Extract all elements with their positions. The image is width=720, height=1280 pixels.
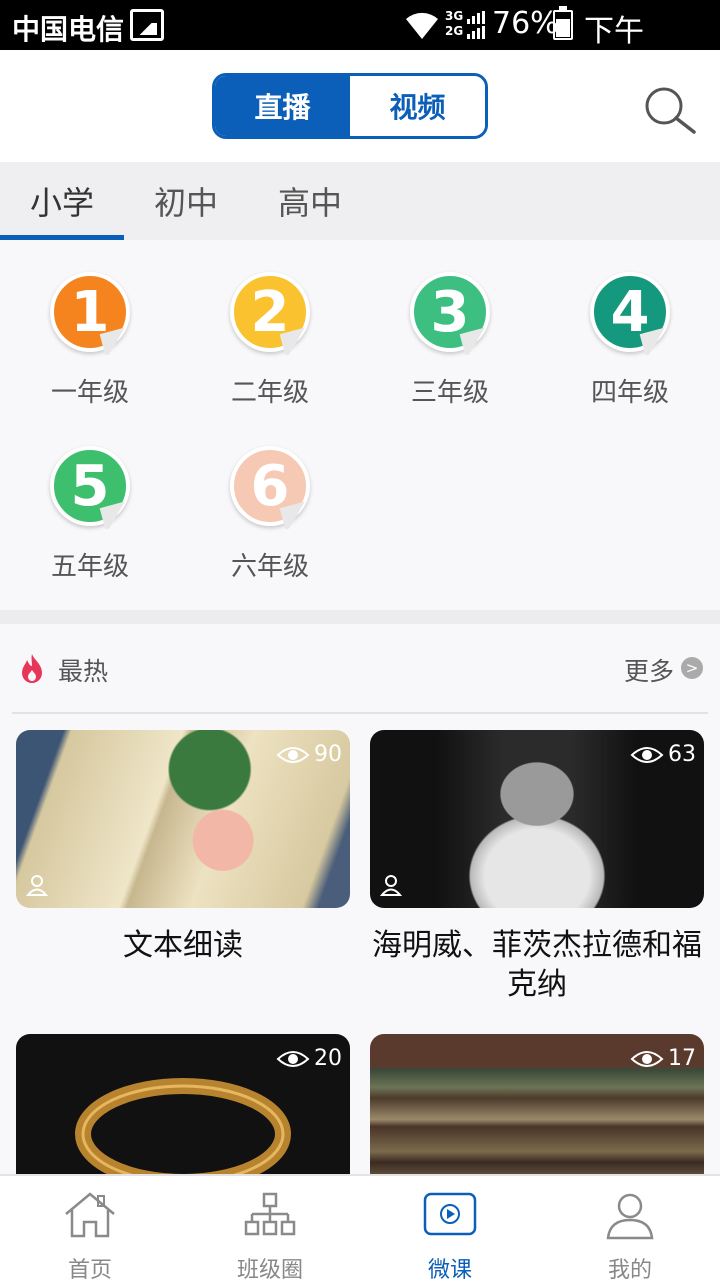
section-divider xyxy=(0,610,720,624)
nav-home-label: 首页 xyxy=(67,1258,112,1280)
segment-video[interactable]: 视频 xyxy=(350,76,485,136)
nav-class-circle[interactable]: 班级圈 xyxy=(180,1176,360,1280)
nav-class-circle-label: 班级圈 xyxy=(236,1258,303,1280)
view-count: 20 xyxy=(276,1046,342,1071)
grade-6-label: 六年级 xyxy=(230,552,309,582)
grade-4[interactable]: 4 四年级 xyxy=(560,272,700,432)
view-count-value: 63 xyxy=(668,742,696,767)
video-title: 海明威、菲茨杰拉德和福克纳 xyxy=(372,928,702,1002)
view-count: 90 xyxy=(276,742,342,767)
bottom-nav: 首页 班级圈 微课 我的 xyxy=(0,1174,720,1280)
eye-icon xyxy=(276,746,310,763)
battery-icon xyxy=(553,6,573,40)
nav-micro-course-label: 微课 xyxy=(427,1258,472,1280)
grade-2-badge-icon: 2 xyxy=(230,272,310,352)
author-icon xyxy=(26,875,48,896)
tab-junior[interactable]: 初中 xyxy=(124,162,248,240)
grade-2-label: 二年级 xyxy=(230,378,309,408)
status-bar: 中国电信 3G 2G 76% 下午 4:08 xyxy=(0,0,720,85)
eye-icon xyxy=(630,746,664,763)
signal-net-top: 3G xyxy=(445,9,464,23)
tab-primary[interactable]: 小学 xyxy=(0,162,124,240)
view-count: 17 xyxy=(630,1046,696,1071)
view-count-value: 20 xyxy=(314,1046,342,1071)
nav-micro-course[interactable]: 微课 xyxy=(360,1176,540,1280)
battery-percent: 76% xyxy=(492,6,559,41)
grade-4-badge-icon: 4 xyxy=(590,272,670,352)
grade-3-badge-icon: 3 xyxy=(410,272,490,352)
grade-2[interactable]: 2 二年级 xyxy=(200,272,340,432)
wifi-icon xyxy=(406,12,438,39)
signal-net-bottom: 2G xyxy=(445,24,464,38)
video-card[interactable]: 90 文本细读 xyxy=(16,730,350,965)
image-notification-icon xyxy=(130,9,164,41)
grade-1[interactable]: 1 一年级 xyxy=(20,272,160,432)
nav-home[interactable]: 首页 xyxy=(0,1176,180,1280)
more-link[interactable]: 更多 xyxy=(624,652,674,688)
view-count: 63 xyxy=(630,742,696,767)
grade-1-label: 一年级 xyxy=(50,378,129,408)
video-card[interactable]: 63 海明威、菲茨杰拉德和福克纳 xyxy=(370,730,704,1004)
grade-grid: 1 一年级 2 二年级 3 三年级 4 四年级 5 五年级 6 六年级 xyxy=(0,240,720,610)
eye-icon xyxy=(276,1050,310,1067)
hot-header: 最热 更多 > xyxy=(0,624,720,714)
grade-4-label: 四年级 xyxy=(590,378,669,408)
network-icon xyxy=(244,1192,296,1236)
carrier-label: 中国电信 xyxy=(12,13,125,46)
signal-icon: 3G 2G xyxy=(445,9,487,41)
grade-5-label: 五年级 xyxy=(50,552,129,582)
person-icon xyxy=(606,1193,654,1240)
grade-5[interactable]: 5 五年级 xyxy=(20,446,160,606)
grade-6-badge-icon: 6 xyxy=(230,446,310,526)
hot-divider xyxy=(12,712,708,714)
app-header: 直播 视频 xyxy=(0,50,720,162)
grade-6[interactable]: 6 六年级 xyxy=(200,446,340,606)
view-count-value: 17 xyxy=(668,1046,696,1071)
live-video-switch: 直播 视频 xyxy=(212,73,488,139)
video-title: 文本细读 xyxy=(123,928,243,963)
hot-section: 最热 更多 > 90 文本细读 63 海明威、菲茨杰拉德和福克纳 20 17 xyxy=(0,624,720,1212)
video-thumbnail[interactable]: 63 xyxy=(370,730,704,908)
search-icon[interactable] xyxy=(642,84,698,140)
segment-live[interactable]: 直播 xyxy=(215,76,350,136)
fire-icon xyxy=(22,654,42,683)
tab-senior[interactable]: 高中 xyxy=(248,162,372,240)
view-count-value: 90 xyxy=(314,742,342,767)
hot-title: 最热 xyxy=(58,657,109,686)
level-tabs: 小学 初中 高中 xyxy=(0,162,720,240)
grade-5-badge-icon: 5 xyxy=(50,446,130,526)
eye-icon xyxy=(630,1050,664,1067)
author-icon xyxy=(380,875,402,896)
nav-mine[interactable]: 我的 xyxy=(540,1176,720,1280)
grade-1-badge-icon: 1 xyxy=(50,272,130,352)
chevron-right-icon[interactable]: > xyxy=(681,657,703,679)
home-icon xyxy=(65,1192,115,1238)
grade-3[interactable]: 3 三年级 xyxy=(380,272,520,432)
play-icon xyxy=(423,1192,477,1236)
nav-mine-label: 我的 xyxy=(607,1258,652,1280)
grade-3-label: 三年级 xyxy=(410,378,489,408)
video-thumbnail[interactable]: 90 xyxy=(16,730,350,908)
